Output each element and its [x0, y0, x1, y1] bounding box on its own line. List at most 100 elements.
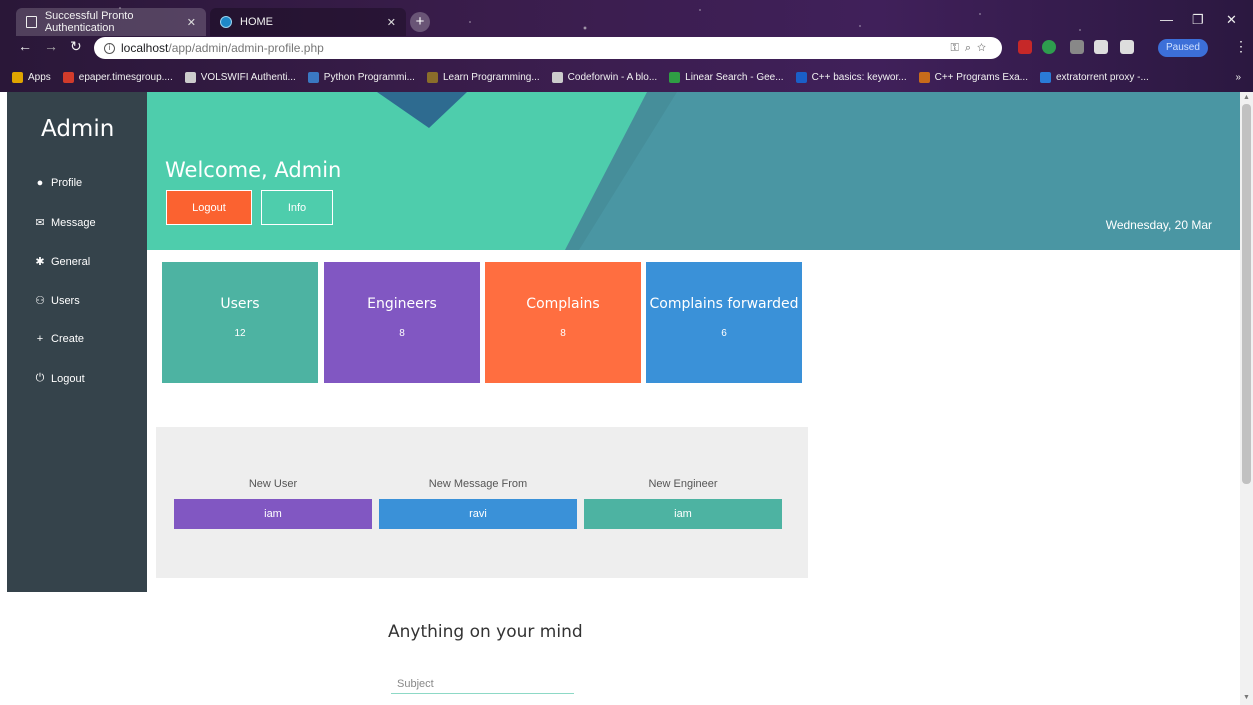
sidebar-item-users[interactable]: ⚇ Users [33, 294, 80, 308]
address-row: ← → ↻ i localhost /app/admin/admin-profi… [0, 36, 1253, 60]
site-icon [220, 16, 232, 28]
browser-chrome: Successful Pronto Authentication ✕ HOME … [0, 0, 1253, 92]
recent-value-bar[interactable]: ravi [379, 499, 577, 529]
forward-icon[interactable]: → [44, 38, 58, 54]
sidebar-title: Admin [41, 116, 115, 142]
reload-icon[interactable]: ↻ [70, 38, 82, 55]
site-icon [62, 71, 74, 83]
stat-value: 8 [399, 328, 405, 339]
profile-paused-button[interactable]: Paused [1158, 39, 1208, 57]
sidebar: Admin ● Profile ✉ Message ✱ General ⚇ Us… [7, 92, 147, 592]
user-circle-icon: ● [36, 177, 44, 189]
sidebar-item-logout[interactable]: ⏻ Logout [33, 372, 85, 385]
is-icon [1039, 71, 1051, 83]
cog-icon: ✱ [35, 256, 45, 268]
sidebar-item-message[interactable]: ✉ Message [33, 216, 96, 230]
sidebar-item-label: Profile [51, 177, 83, 189]
recent-activity-panel: New User iam New Message From ravi New E… [156, 427, 808, 578]
tab-home[interactable]: HOME ✕ [210, 8, 406, 36]
sidebar-item-label: General [51, 255, 91, 268]
tab-successful-pronto[interactable]: Successful Pronto Authentication ✕ [16, 8, 206, 36]
close-icon[interactable]: ✕ [187, 16, 196, 29]
stat-value: 12 [234, 328, 246, 339]
stat-card-users[interactable]: Users 12 [162, 262, 318, 383]
stat-card-complains-forwarded[interactable]: Complains forwarded 6 [646, 262, 802, 383]
stat-title: Complains forwarded [649, 296, 799, 312]
tab-strip: Successful Pronto Authentication ✕ HOME … [0, 8, 1253, 36]
page-icon [26, 16, 37, 28]
site-icon [426, 71, 438, 83]
tab-title: Successful Pronto Authentication [44, 10, 134, 34]
users-icon: ⚇ [35, 295, 45, 307]
scroll-down-icon[interactable]: ▼ [1243, 694, 1250, 701]
minimize-icon[interactable]: — [1160, 12, 1173, 27]
extension-icon[interactable] [1070, 40, 1084, 54]
sidebar-item-label: Logout [51, 372, 85, 385]
bookmarks-bar: Apps epaper.timesgroup.... VOLSWIFI Auth… [0, 64, 1253, 90]
welcome-banner: Welcome, Admin Logout Info Wednesday, 20… [147, 92, 1240, 250]
behance-icon [795, 71, 807, 83]
recent-label: New User [248, 478, 298, 490]
recent-new-user: New User iam [174, 477, 372, 529]
url-path: /app/admin/admin-profile.php [168, 41, 324, 55]
page-icon [184, 71, 196, 83]
stat-title: Engineers [367, 296, 437, 312]
stat-title: Complains [526, 296, 600, 312]
address-bar[interactable]: i localhost /app/admin/admin-profile.php… [94, 37, 1002, 59]
bookmark-item[interactable]: C++ basics: keywor... [795, 71, 907, 83]
bookmark-item[interactable]: Apps [12, 71, 51, 83]
envelope-open-icon: ✉ [35, 217, 45, 229]
stat-card-engineers[interactable]: Engineers 8 [324, 262, 480, 383]
bookmark-item[interactable]: VOLSWIFI Authenti... [184, 71, 296, 83]
extension-icon[interactable] [1120, 40, 1134, 54]
more-bookmarks-icon[interactable]: » [1235, 72, 1241, 83]
info-icon[interactable]: i [104, 42, 115, 54]
stat-value: 8 [560, 328, 566, 339]
subject-input[interactable] [391, 674, 574, 694]
stat-value: 6 [721, 328, 727, 339]
apps-grid-icon [12, 71, 23, 83]
scroll-up-icon[interactable]: ▲ [1243, 94, 1250, 101]
sidebar-item-label: Message [51, 216, 96, 229]
maximize-icon[interactable]: ❐ [1192, 12, 1204, 28]
window-close-icon[interactable]: ✕ [1226, 12, 1237, 28]
python-icon [307, 71, 319, 83]
site-icon [918, 71, 930, 83]
recent-value-bar[interactable]: iam [174, 499, 372, 529]
pdf-extension-icon[interactable] [1018, 40, 1032, 54]
sidebar-item-create[interactable]: + Create [33, 333, 84, 345]
bookmark-item[interactable]: Learn Programming... [426, 71, 540, 83]
sidebar-item-label: Users [51, 294, 80, 307]
sidebar-item-general[interactable]: ✱ General [33, 255, 91, 269]
stat-title: Users [220, 296, 260, 312]
logout-button[interactable]: Logout [166, 190, 252, 225]
url-host: localhost [121, 41, 169, 55]
new-tab-button[interactable]: + [410, 12, 430, 32]
recent-label: New Message From [428, 478, 528, 490]
bookmark-item[interactable]: Linear Search - Gee... [669, 71, 784, 83]
power-icon: ⏻ [35, 372, 45, 384]
google-icon [669, 71, 681, 83]
sidebar-item-profile[interactable]: ● Profile [33, 177, 83, 189]
close-icon[interactable]: ✕ [387, 16, 396, 29]
scrollbar-thumb[interactable] [1242, 104, 1251, 484]
back-icon[interactable]: ← [18, 38, 32, 54]
stat-card-complains[interactable]: Complains 8 [485, 262, 641, 383]
bookmark-item[interactable]: Codeforwin - A blo... [551, 71, 657, 83]
bookmark-item[interactable]: C++ Programs Exa... [918, 71, 1028, 83]
recent-label: New Engineer [648, 478, 718, 490]
bookmark-item[interactable]: epaper.timesgroup.... [62, 71, 173, 83]
info-button[interactable]: Info [261, 190, 333, 225]
bookmark-item[interactable]: extratorrent proxy -... [1039, 71, 1149, 83]
current-date: Wednesday, 20 Mar [1105, 218, 1212, 232]
tab-title: HOME [240, 16, 273, 28]
recent-new-message: New Message From ravi [379, 477, 577, 529]
page-scrollbar[interactable]: ▲ ▼ [1240, 92, 1253, 705]
bookmark-item[interactable]: Python Programmi... [307, 71, 415, 83]
extension-icon[interactable] [1094, 40, 1108, 54]
key-zoom-star-icons[interactable]: ⚿⌕☆ [950, 42, 992, 55]
recent-value-bar[interactable]: iam [584, 499, 782, 529]
menu-icon[interactable]: ⋮ [1234, 38, 1248, 55]
grammarly-extension-icon[interactable] [1042, 40, 1056, 54]
page-icon [551, 71, 563, 83]
